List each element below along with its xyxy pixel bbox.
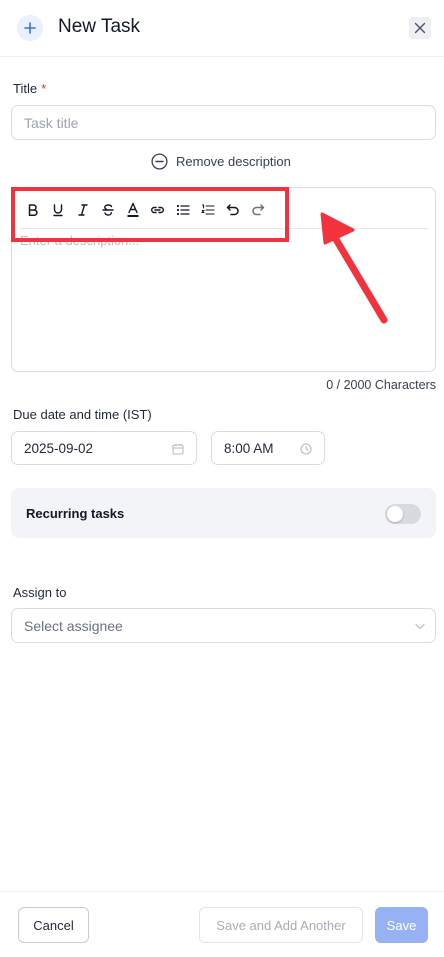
minus-circle-icon <box>151 153 168 170</box>
due-date-label: Due date and time (IST) <box>13 407 152 422</box>
toolbar-highlight-box <box>11 187 289 242</box>
due-date-input[interactable]: 2025-09-02 <box>11 431 197 465</box>
dialog-title: New Task <box>58 16 141 37</box>
chevron-down-icon <box>415 623 425 630</box>
assignee-select[interactable]: Select assignee <box>11 608 436 643</box>
dialog-footer: Cancel Save and Add Another Save <box>0 891 444 957</box>
character-count: 0 / 2000 Characters <box>326 378 436 392</box>
cancel-button[interactable]: Cancel <box>18 907 89 943</box>
title-placeholder: Task title <box>24 114 79 131</box>
due-time-input[interactable]: 8:00 AM <box>211 431 325 465</box>
plus-icon <box>17 15 43 41</box>
dialog-header: New Task <box>0 0 444 57</box>
close-button[interactable] <box>409 17 431 39</box>
remove-description-button[interactable]: Remove description <box>151 153 291 170</box>
save-and-add-another-button[interactable]: Save and Add Another <box>199 907 363 943</box>
recurring-tasks-row: Recurring tasks <box>11 488 436 538</box>
assign-to-label: Assign to <box>13 585 67 600</box>
clock-icon <box>300 443 312 455</box>
recurring-toggle[interactable] <box>385 504 421 524</box>
save-button[interactable]: Save <box>375 907 428 943</box>
annotation-arrow <box>320 212 388 324</box>
title-label: Title * <box>13 81 47 96</box>
calendar-icon <box>172 444 184 455</box>
required-mark: * <box>41 81 47 96</box>
title-input[interactable]: Task title <box>11 105 436 140</box>
recurring-tasks-label: Recurring tasks <box>26 506 125 521</box>
close-icon <box>414 22 426 34</box>
toggle-knob <box>387 506 403 522</box>
